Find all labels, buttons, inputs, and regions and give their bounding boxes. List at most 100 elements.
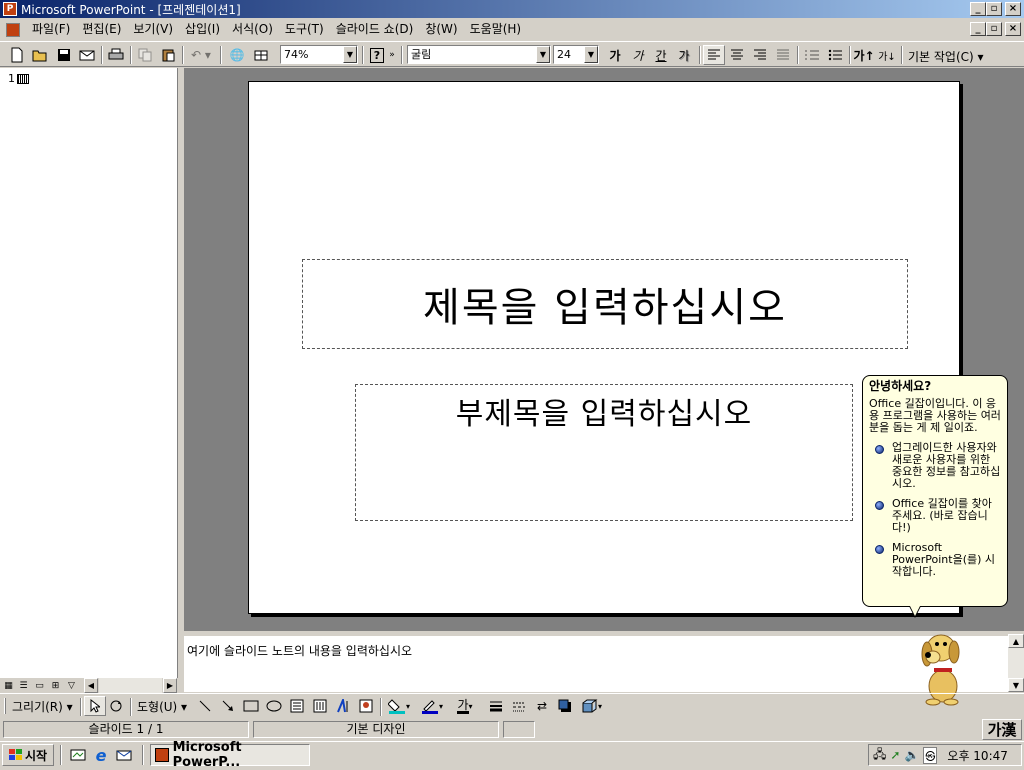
menu-window[interactable]: 창(W) <box>419 20 463 39</box>
rectangle-tool-icon[interactable] <box>240 696 262 716</box>
tray-volume-icon[interactable]: 🔈 <box>904 748 919 762</box>
shadow-icon[interactable] <box>554 696 576 716</box>
menu-insert[interactable]: 삽입(I) <box>179 20 226 39</box>
powerpoint-app-icon[interactable]: P <box>3 2 17 16</box>
outline-view-icon[interactable]: ☰ <box>17 679 30 692</box>
3d-icon[interactable]: ▾ <box>577 696 607 716</box>
tray-clock[interactable]: 오후 10:47 <box>947 747 1007 764</box>
wordart-icon[interactable] <box>332 696 354 716</box>
align-center-icon[interactable] <box>726 45 748 65</box>
outline-pane[interactable]: 1 <box>0 68 178 678</box>
menu-view[interactable]: 보기(V) <box>127 20 179 39</box>
tray-ime-icon[interactable]: ㉿ <box>923 746 938 764</box>
slide-canvas[interactable]: 제목을 입력하십시오 부제목을 입력하십시오 <box>248 81 960 614</box>
clip-art-icon[interactable] <box>355 696 377 716</box>
open-folder-icon[interactable] <box>29 45 51 65</box>
new-document-icon[interactable] <box>6 45 28 65</box>
align-left-icon[interactable] <box>703 45 725 65</box>
draw-menu[interactable]: 그리기(R) ▾ <box>12 698 73 715</box>
assistant-option[interactable]: Office 길잡이를 찾아 주세요. (바로 잡습니다!) <box>869 498 1001 534</box>
fill-color-icon[interactable]: ▾ <box>384 696 414 716</box>
notes-pane[interactable]: 여기에 슬라이드 노트의 내용을 입력하십시오 <box>184 634 1008 692</box>
autoshapes-menu[interactable]: 도형(U) ▾ <box>137 698 187 715</box>
common-tasks-menu[interactable]: 기본 작업(C) ▾ <box>908 48 984 65</box>
chevron-down-icon[interactable]: ▼ <box>536 46 550 63</box>
zoom-select[interactable]: 74% ▼ <box>280 45 358 64</box>
line-tool-icon[interactable] <box>194 696 216 716</box>
restore-button[interactable]: ▫ <box>986 2 1002 16</box>
font-select[interactable]: 굴림 ▼ <box>407 45 551 64</box>
chevron-down-icon[interactable]: ▼ <box>584 46 598 63</box>
close-button[interactable]: × <box>1005 2 1021 16</box>
office-assistant-balloon: 안녕하세요? Office 길잡이입니다. 이 응용 프로그램을 사용하는 여러… <box>862 375 1008 618</box>
scroll-left-icon[interactable]: ◀ <box>84 678 98 693</box>
free-rotate-icon[interactable] <box>105 696 127 716</box>
vertical-text-box-icon[interactable] <box>309 696 331 716</box>
arrow-style-icon[interactable]: ⇄ <box>531 696 553 716</box>
title-placeholder[interactable]: 제목을 입력하십시오 <box>302 259 908 349</box>
minimize-button[interactable]: _ <box>970 2 986 16</box>
tray-arrow-icon[interactable]: ➚ <box>890 748 900 762</box>
oval-tool-icon[interactable] <box>263 696 285 716</box>
ime-toggle[interactable]: 가漢 <box>982 719 1022 740</box>
subtitle-placeholder[interactable]: 부제목을 입력하십시오 <box>355 384 853 521</box>
menu-slideshow[interactable]: 슬라이드 쇼(D) <box>330 20 420 39</box>
hyperlink-icon[interactable]: 🌐 <box>226 45 248 65</box>
chevron-down-icon[interactable]: ▼ <box>343 46 357 63</box>
normal-view-icon[interactable]: ▦ <box>2 679 15 692</box>
copy-icon[interactable] <box>134 45 156 65</box>
notes-vertical-scrollbar[interactable]: ▲ ▼ <box>1008 634 1024 692</box>
more-buttons-icon[interactable]: » <box>386 45 398 65</box>
arrow-tool-icon[interactable] <box>217 696 239 716</box>
select-pointer-icon[interactable] <box>84 696 106 716</box>
document-icon[interactable] <box>6 22 20 37</box>
menu-tools[interactable]: 도구(T) <box>279 20 330 39</box>
increase-font-icon[interactable]: 가↑ <box>853 45 875 65</box>
internet-explorer-icon[interactable]: e <box>90 745 112 765</box>
email-icon[interactable] <box>76 45 98 65</box>
taskbar-powerpoint-button[interactable]: Microsoft PowerP... <box>150 740 310 770</box>
print-icon[interactable] <box>105 45 127 65</box>
line-style-icon[interactable] <box>485 696 507 716</box>
font-size-select[interactable]: 24 ▼ <box>553 45 599 64</box>
italic-button[interactable]: 가 <box>627 45 649 65</box>
line-color-icon[interactable]: ▾ <box>417 696 447 716</box>
shadow-button[interactable]: 가 <box>673 45 695 65</box>
assistant-option[interactable]: Microsoft PowerPoint을(를) 시작합니다. <box>869 542 1001 578</box>
horizontal-scrollbar[interactable] <box>99 678 162 693</box>
menu-edit[interactable]: 편집(E) <box>76 20 127 39</box>
outlook-express-icon[interactable] <box>113 745 135 765</box>
decrease-font-icon[interactable]: 가↓ <box>876 45 898 65</box>
outline-slide-item[interactable]: 1 <box>8 72 29 85</box>
doc-minimize-button[interactable]: _ <box>970 22 986 36</box>
scroll-right-icon[interactable]: ▶ <box>163 678 177 693</box>
paste-icon[interactable] <box>157 45 179 65</box>
align-right-icon[interactable] <box>749 45 771 65</box>
scroll-down-icon[interactable]: ▼ <box>1008 678 1024 692</box>
slide-sorter-icon[interactable]: ⊞ <box>49 679 62 692</box>
show-desktop-icon[interactable] <box>67 745 89 765</box>
menu-help[interactable]: 도움말(H) <box>464 20 528 39</box>
undo-icon[interactable]: ↶ ▾ <box>186 45 216 65</box>
menu-file[interactable]: 파일(F) <box>26 20 76 39</box>
tray-network-icon[interactable]: 🖧 <box>873 745 886 766</box>
start-button[interactable]: 시작 <box>2 744 54 766</box>
doc-close-button[interactable]: × <box>1005 22 1021 36</box>
slide-view-icon[interactable]: ▭ <box>33 679 46 692</box>
underline-button[interactable]: 간 <box>650 45 672 65</box>
font-color-icon[interactable]: 가 ▾ <box>450 696 480 716</box>
distribute-icon[interactable] <box>772 45 794 65</box>
assistant-option[interactable]: 업그레이드한 사용자와 새로운 사용자를 위한 중요한 정보를 참고하십시오. <box>869 442 1001 490</box>
numbering-icon[interactable] <box>801 45 823 65</box>
dash-style-icon[interactable] <box>508 696 530 716</box>
scroll-up-icon[interactable]: ▲ <box>1008 634 1024 648</box>
doc-restore-button[interactable]: ▫ <box>986 22 1002 36</box>
tables-borders-icon[interactable] <box>250 45 272 65</box>
text-box-icon[interactable] <box>286 696 308 716</box>
slideshow-view-icon[interactable]: ▽ <box>65 679 78 692</box>
bold-button[interactable]: 가 <box>604 45 626 65</box>
help-icon[interactable]: ? <box>366 45 388 65</box>
menu-format[interactable]: 서식(O) <box>226 20 279 39</box>
bullets-icon[interactable] <box>824 45 846 65</box>
save-icon[interactable] <box>53 45 75 65</box>
